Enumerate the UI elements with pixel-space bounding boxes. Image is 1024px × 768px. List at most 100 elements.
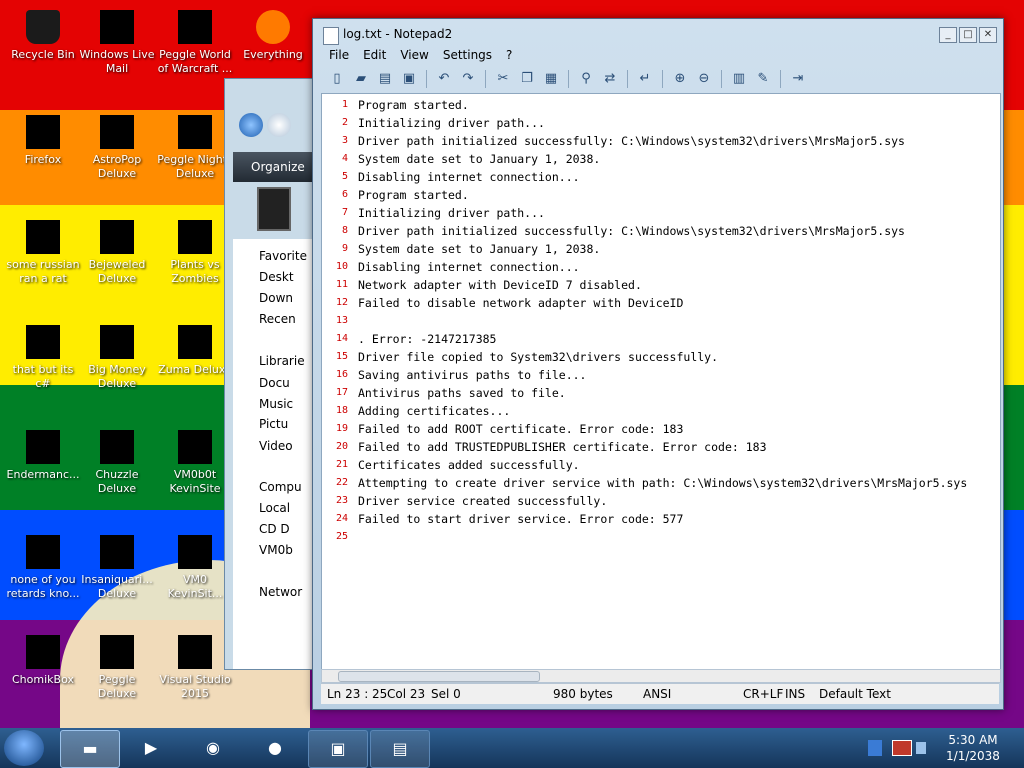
- explorer-sidebar-item[interactable]: Compu: [259, 480, 302, 494]
- word-wrap-icon[interactable]: ↵: [635, 69, 655, 89]
- desktop-icon[interactable]: Recycle Bin: [4, 10, 82, 62]
- explorer-sidebar-item[interactable]: Favorite: [259, 249, 307, 263]
- open-folder-icon[interactable]: ▰: [351, 69, 371, 89]
- desktop-icon[interactable]: Chuzzle Deluxe: [78, 430, 156, 496]
- organize-button[interactable]: Organize: [251, 160, 305, 174]
- text-line: 24 Failed to start driver service. Error …: [322, 510, 998, 528]
- zoom-out-icon[interactable]: ⊖: [694, 69, 714, 89]
- explorer-sidebar-item[interactable]: Deskt: [259, 270, 294, 284]
- menu-item[interactable]: Edit: [363, 48, 386, 62]
- desktop-icon[interactable]: VM0 KevinSit...: [156, 535, 234, 601]
- taskbar-item-globe[interactable]: ◉: [184, 730, 242, 766]
- desktop-icon[interactable]: Zuma Deluxe: [156, 325, 234, 377]
- paste-icon[interactable]: ▦: [541, 69, 561, 89]
- desktop-icon[interactable]: Everything: [234, 10, 312, 62]
- desktop-icon[interactable]: none of you retards kno...: [4, 535, 82, 601]
- desktop-icon[interactable]: AstroPop Deluxe: [78, 115, 156, 181]
- menu-item[interactable]: File: [329, 48, 349, 62]
- exit-icon[interactable]: ⇥: [788, 69, 808, 89]
- desktop-icon[interactable]: Insaniquari... Deluxe: [78, 535, 156, 601]
- status-mode[interactable]: INS: [785, 687, 805, 701]
- desktop-icon-image: [256, 10, 290, 44]
- undo-icon[interactable]: ↶: [434, 69, 454, 89]
- notepad-app-icon: [323, 27, 339, 45]
- new-file-icon[interactable]: ▯: [327, 69, 347, 89]
- explorer-sidebar-item[interactable]: Librarie: [259, 354, 305, 368]
- explorer-sidebar-item[interactable]: Local: [259, 501, 290, 515]
- status-encoding[interactable]: ANSI: [643, 687, 671, 701]
- browse-icon[interactable]: ▤: [375, 69, 395, 89]
- replace-icon[interactable]: ⇄: [600, 69, 620, 89]
- desktop-icon[interactable]: Plants vs Zombies: [156, 220, 234, 286]
- explorer-sidebar-item[interactable]: Video: [259, 439, 293, 453]
- line-text: Failed to disable network adapter with D…: [358, 296, 684, 310]
- desktop-icon[interactable]: Firefox: [4, 115, 82, 167]
- zoom-in-icon[interactable]: ⊕: [670, 69, 690, 89]
- desktop-icon[interactable]: Bejeweled Deluxe: [78, 220, 156, 286]
- customize-schemes-icon[interactable]: ✎: [753, 69, 773, 89]
- back-button[interactable]: [239, 113, 263, 137]
- desktop-icon[interactable]: Peggle Deluxe: [78, 635, 156, 701]
- line-number: 11: [335, 279, 348, 290]
- menu-item[interactable]: Settings: [443, 48, 492, 62]
- line-text: Program started.: [358, 98, 469, 112]
- notepad-window[interactable]: log.txt - Notepad2 _ □ ✕ File Edit View Set…: [312, 18, 1004, 710]
- scrollbar-thumb[interactable]: [338, 671, 540, 682]
- line-number: 8: [341, 225, 348, 236]
- toolbar-separator: [627, 70, 628, 88]
- explorer-sidebar-item[interactable]: Recen: [259, 312, 296, 326]
- line-text: Driver service created successfully.: [358, 494, 608, 508]
- close-button[interactable]: ✕: [979, 27, 997, 43]
- explorer-sidebar-item[interactable]: VM0b: [259, 543, 293, 557]
- taskbar-item-explorer[interactable]: ▬: [60, 730, 120, 768]
- explorer-sidebar-item[interactable]: CD D: [259, 522, 290, 536]
- forward-button[interactable]: [267, 113, 291, 137]
- toolbar-separator: [485, 70, 486, 88]
- save-icon[interactable]: ▣: [399, 69, 419, 89]
- taskbar-item-media-player[interactable]: ▶: [122, 730, 180, 766]
- toolbar-separator: [721, 70, 722, 88]
- find-icon[interactable]: ⚲: [576, 69, 596, 89]
- desktop-icon[interactable]: Peggle Nights Deluxe: [156, 115, 234, 181]
- copy-icon[interactable]: ❐: [517, 69, 537, 89]
- taskbar-item-notepad[interactable]: ▤: [370, 730, 430, 768]
- line-number: 4: [341, 153, 348, 164]
- desktop-icon[interactable]: Windows Live Mail: [78, 10, 156, 76]
- desktop-icon[interactable]: that but its c#: [4, 325, 82, 391]
- explorer-sidebar-item[interactable]: Music: [259, 397, 293, 411]
- status-eol[interactable]: CR+LF: [743, 687, 783, 701]
- taskbar-item-chomikbox[interactable]: ▣: [308, 730, 368, 768]
- desktop-icon-label: Big Money Deluxe: [88, 363, 146, 390]
- clock[interactable]: 5:30 AM 1/1/2038: [940, 732, 1006, 764]
- horizontal-scrollbar[interactable]: [321, 669, 1001, 683]
- explorer-window[interactable]: Organize Favorite Deskt Down Recen Librarie D…: [224, 78, 326, 670]
- start-button[interactable]: [4, 730, 44, 766]
- status-scheme[interactable]: Default Text: [819, 687, 891, 701]
- desktop-icon[interactable]: some russian ran a rat: [4, 220, 82, 286]
- redo-icon[interactable]: ↷: [458, 69, 478, 89]
- explorer-sidebar-item[interactable]: Pictu: [259, 417, 288, 431]
- tray-volume-icon[interactable]: [916, 742, 926, 754]
- desktop-icon[interactable]: Endermanc...: [4, 430, 82, 482]
- explorer-sidebar-item[interactable]: Networ: [259, 585, 302, 599]
- tray-network-icon[interactable]: [892, 740, 912, 756]
- desktop-icon[interactable]: ChomikBox: [4, 635, 82, 687]
- minimize-button[interactable]: _: [939, 27, 957, 43]
- desktop-icon[interactable]: Visual Studio 2015: [156, 635, 234, 701]
- desktop-icon-image: [178, 535, 212, 569]
- menu-item[interactable]: View: [400, 48, 428, 62]
- text-editor[interactable]: 1 Program started. 2 Initializing driver pa…: [321, 93, 1001, 671]
- desktop-icon[interactable]: Peggle World of Warcraft ...: [156, 10, 234, 76]
- taskbar-item-firefox[interactable]: ●: [246, 730, 304, 766]
- tray-shield-icon[interactable]: [868, 740, 882, 756]
- scheme-icon[interactable]: ▥: [729, 69, 749, 89]
- maximize-button[interactable]: □: [959, 27, 977, 43]
- menu-bar: File Edit View Settings?: [321, 45, 1005, 65]
- desktop-icon[interactable]: Big Money Deluxe: [78, 325, 156, 391]
- menu-item[interactable]: ?: [506, 48, 512, 62]
- desktop-icon[interactable]: VM0b0t KevinSite: [156, 430, 234, 496]
- explorer-sidebar-item[interactable]: Down: [259, 291, 293, 305]
- explorer-sidebar-item[interactable]: Docu: [259, 376, 290, 390]
- cut-icon[interactable]: ✂: [493, 69, 513, 89]
- status-selection: Sel 0: [431, 687, 461, 701]
